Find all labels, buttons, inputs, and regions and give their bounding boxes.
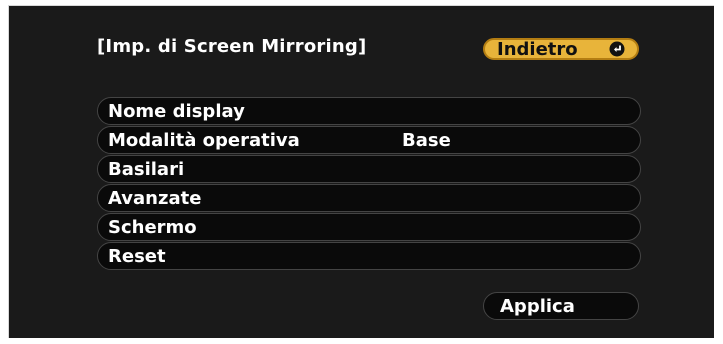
- menu-item-label: Avanzate: [108, 187, 202, 209]
- projector-menu-screen: [Imp. di Screen Mirroring] Indietro Nome…: [8, 5, 714, 338]
- apply-button[interactable]: Applica: [483, 292, 639, 320]
- enter-icon: [609, 41, 625, 57]
- menu-item-label: Nome display: [108, 100, 245, 122]
- menu-item-reset[interactable]: Reset: [97, 242, 641, 270]
- menu-item-basilari[interactable]: Basilari: [97, 155, 641, 183]
- menu-item-value: Base: [402, 130, 451, 151]
- menu-item-schermo[interactable]: Schermo: [97, 213, 641, 241]
- menu-item-nome-display[interactable]: Nome display: [97, 97, 641, 125]
- menu-item-modalita-operativa[interactable]: Modalità operativa Base: [97, 126, 641, 154]
- menu-item-avanzate[interactable]: Avanzate: [97, 184, 641, 212]
- menu-item-label: Modalità operativa: [108, 129, 300, 151]
- back-button[interactable]: Indietro: [483, 38, 639, 60]
- settings-menu: Nome display Modalità operativa Base Bas…: [97, 97, 641, 271]
- menu-item-label: Basilari: [108, 158, 185, 180]
- menu-item-label: Schermo: [108, 216, 197, 238]
- page-title: [Imp. di Screen Mirroring]: [97, 36, 367, 57]
- menu-item-label: Reset: [108, 245, 166, 267]
- back-button-label: Indietro: [497, 38, 578, 60]
